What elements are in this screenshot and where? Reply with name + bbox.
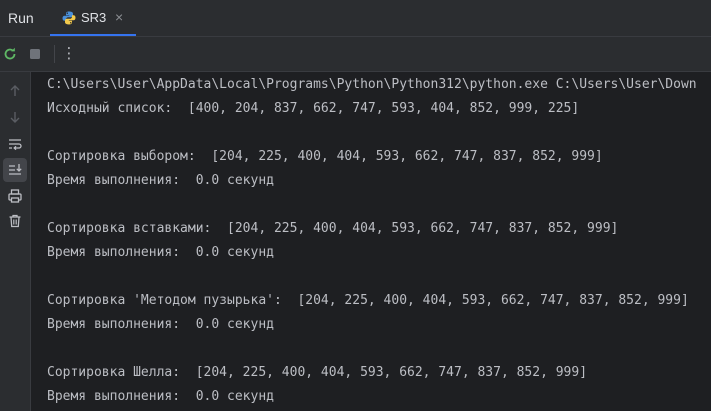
console-sidebar [0,72,31,411]
console-line: Сортировка вставками: [204, 225, 400, 40… [47,221,619,236]
toolbar-separator [54,45,55,63]
run-panel-title: Run [8,10,34,26]
python-icon [62,11,76,25]
console-line: Время выполнения: 0.0 секунд [47,317,274,332]
soft-wrap-icon[interactable] [7,136,23,152]
print-icon[interactable] [7,188,23,204]
more-icon[interactable]: ⋮ [61,44,77,62]
close-icon[interactable]: × [115,9,123,25]
arrow-up-icon[interactable] [7,83,23,99]
console-line: Время выполнения: 0.0 секунд [47,245,274,260]
arrow-down-icon[interactable] [7,109,23,125]
tab-label: SR3 [81,10,107,25]
delete-icon[interactable] [7,213,23,229]
console-line: Сортировка Шелла: [204, 225, 400, 404, 5… [47,365,588,380]
console-line: Сортировка выбором: [204, 225, 400, 404,… [47,149,603,164]
console-line: Время выполнения: 0.0 секунд [47,389,274,404]
run-toolbar: ⋮ [0,37,711,72]
console-line: C:\Users\User\AppData\Local\Programs\Pyt… [47,77,697,92]
run-tab-bar: Run SR3 × [0,0,711,37]
console-line: Исходный список: [400, 204, 837, 662, 74… [47,101,580,116]
tab-sr3[interactable]: SR3 × [50,0,136,36]
stop-icon[interactable] [27,46,43,62]
run-tool-window: Run SR3 × ⋮ C:\Users\User\AppData\Local\… [0,0,711,411]
scroll-to-end-icon[interactable] [7,162,23,178]
console-line: Время выполнения: 0.0 секунд [47,173,274,188]
rerun-icon[interactable] [2,46,18,62]
console-line: Сортировка 'Методом пузырька': [204, 225… [47,293,689,308]
console-output[interactable]: C:\Users\User\AppData\Local\Programs\Pyt… [31,72,711,411]
